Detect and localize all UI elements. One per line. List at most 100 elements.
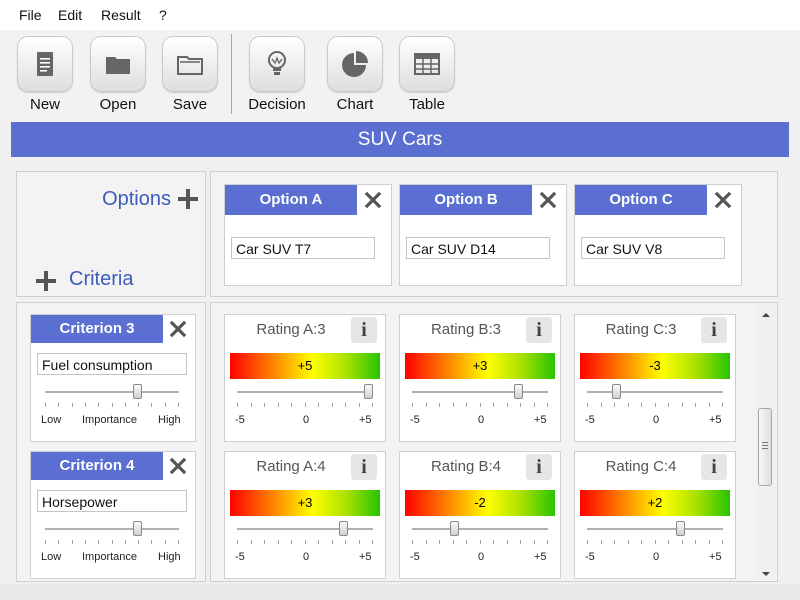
remove-option-button[interactable] <box>359 186 387 214</box>
decision-label: Decision <box>248 96 306 113</box>
table-label: Table <box>409 96 445 113</box>
slider-thumb[interactable] <box>364 384 373 399</box>
menu-file[interactable]: File <box>19 7 42 23</box>
table-button[interactable]: Table <box>391 36 463 120</box>
slider-track <box>237 391 373 393</box>
rating-title: Rating A:3 <box>256 321 326 338</box>
slider-thumb[interactable] <box>450 521 459 536</box>
pie-chart-icon <box>327 36 383 92</box>
remove-criterion-button[interactable] <box>164 315 192 343</box>
info-button[interactable]: i <box>351 454 377 480</box>
rating-slider[interactable] <box>412 520 548 540</box>
importance-slider[interactable] <box>45 520 179 540</box>
scale-min-label: -5 <box>585 414 595 426</box>
scale-mid-label: 0 <box>303 551 310 563</box>
table-icon <box>399 36 455 92</box>
scale-mid-label: 0 <box>303 414 310 426</box>
info-button[interactable]: i <box>701 454 727 480</box>
option-name-input[interactable]: Car SUV V8 <box>581 237 725 259</box>
slider-ticks <box>237 540 373 545</box>
criteria-label: Criteria <box>69 268 134 290</box>
slider-ticks <box>45 403 179 408</box>
scale-mid-label: 0 <box>653 551 660 563</box>
scale-min-label: -5 <box>585 551 595 563</box>
slider-track <box>45 528 179 530</box>
rating-card: Rating A:4 i +3 -5 0 +5 <box>224 451 386 579</box>
remove-criterion-button[interactable] <box>164 452 192 480</box>
new-button[interactable]: New <box>9 36 81 120</box>
importance-high-label: High <box>158 414 181 426</box>
rating-slider[interactable] <box>587 520 723 540</box>
add-criterion-button[interactable] <box>35 270 57 295</box>
info-icon: i <box>536 455 542 478</box>
chart-button[interactable]: Chart <box>319 36 391 120</box>
option-name-input[interactable]: Car SUV T7 <box>231 237 375 259</box>
info-icon: i <box>361 455 367 478</box>
rating-slider[interactable] <box>412 383 548 403</box>
menu-help[interactable]: ? <box>159 7 167 23</box>
rating-slider[interactable] <box>237 383 373 403</box>
rating-title: Rating B:4 <box>430 458 502 475</box>
slider-ticks <box>45 540 179 545</box>
menu-result[interactable]: Result <box>101 7 141 23</box>
rating-title: Rating A:4 <box>256 458 326 475</box>
slider-thumb[interactable] <box>339 521 348 536</box>
rating-slider[interactable] <box>237 520 373 540</box>
info-button[interactable]: i <box>351 317 377 343</box>
decision-button[interactable]: Decision <box>241 36 313 120</box>
importance-low-label: Low <box>41 551 62 563</box>
ratings-scrollbar[interactable] <box>756 304 776 580</box>
slider-thumb[interactable] <box>612 384 621 399</box>
info-icon: i <box>361 318 367 341</box>
scale-max-label: +5 <box>359 551 372 563</box>
criterion-name-input[interactable]: Fuel consumption <box>37 353 187 375</box>
rating-slider[interactable] <box>587 383 723 403</box>
slider-thumb[interactable] <box>676 521 685 536</box>
slider-ticks <box>412 403 548 408</box>
criterion-card: Criterion 4 Horsepower Low Importance High <box>30 451 196 579</box>
slider-thumb[interactable] <box>133 384 142 399</box>
slider-thumb[interactable] <box>133 521 142 536</box>
add-option-button[interactable] <box>177 188 199 213</box>
criterion-name-input[interactable]: Horsepower <box>37 490 187 512</box>
importance-slider[interactable] <box>45 383 179 403</box>
rating-title: Rating C:4 <box>605 458 677 475</box>
slider-ticks <box>412 540 548 545</box>
slider-thumb[interactable] <box>514 384 523 399</box>
slider-track <box>412 391 548 393</box>
scroll-up-icon[interactable] <box>761 312 771 318</box>
option-name-input[interactable]: Car SUV D14 <box>406 237 550 259</box>
scale-max-label: +5 <box>709 414 722 426</box>
rating-card: Rating C:3 i -3 -5 0 +5 <box>574 314 736 442</box>
option-card: Option A Car SUV T7 <box>224 184 392 286</box>
close-icon <box>169 320 187 338</box>
scale-mid-label: 0 <box>478 551 485 563</box>
toolbar-separator <box>231 34 232 114</box>
close-icon <box>539 191 557 209</box>
open-button[interactable]: Open <box>82 36 154 120</box>
scrollbar-thumb[interactable] <box>758 408 772 486</box>
lightbulb-icon <box>249 36 305 92</box>
info-button[interactable]: i <box>526 454 552 480</box>
scale-min-label: -5 <box>410 414 420 426</box>
save-button[interactable]: Save <box>154 36 226 120</box>
close-icon <box>714 191 732 209</box>
rating-value-bar: +2 <box>580 490 730 516</box>
menu-edit[interactable]: Edit <box>58 7 82 23</box>
scale-min-label: -5 <box>235 551 245 563</box>
close-icon <box>364 191 382 209</box>
slider-track <box>587 391 723 393</box>
options-label: Options <box>102 188 171 210</box>
status-bar <box>0 584 800 600</box>
importance-label: Importance <box>82 414 138 426</box>
slider-track <box>45 391 179 393</box>
rating-value-bar: -2 <box>405 490 555 516</box>
info-button[interactable]: i <box>526 317 552 343</box>
slider-track <box>412 528 548 530</box>
info-button[interactable]: i <box>701 317 727 343</box>
scroll-down-icon[interactable] <box>761 571 771 577</box>
option-header: Option A <box>225 185 357 215</box>
folder-open-icon <box>162 36 218 92</box>
remove-option-button[interactable] <box>534 186 562 214</box>
remove-option-button[interactable] <box>709 186 737 214</box>
